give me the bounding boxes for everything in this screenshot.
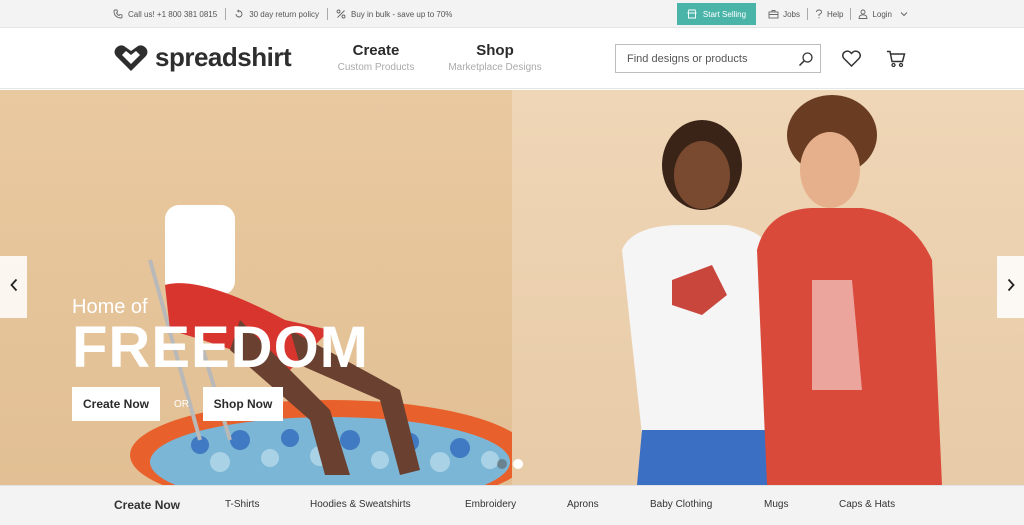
top-info-bar: Call us! +1 800 381 0815 30 day return p…: [0, 0, 1024, 28]
briefcase-icon: [768, 9, 779, 19]
main-header: spreadshirt Create Custom Products Shop …: [0, 28, 1024, 89]
hero-right-image: [512, 90, 1024, 485]
percent-icon: [336, 9, 346, 19]
call-text: Call us! +1 800 381 0815: [128, 9, 218, 19]
spreadshirt-logo[interactable]: spreadshirt: [113, 42, 292, 73]
login-link[interactable]: Login: [858, 9, 908, 19]
hero-left-image: [0, 90, 530, 485]
search-box: [615, 44, 821, 73]
category-embroidery[interactable]: Embroidery: [465, 499, 516, 510]
logo-heart-icon: [113, 43, 149, 73]
phone-icon: [113, 9, 123, 19]
slide-dot-1[interactable]: [497, 459, 507, 469]
start-selling-label: Start Selling: [702, 9, 747, 19]
divider: [850, 8, 852, 20]
start-selling-button[interactable]: Start Selling: [676, 3, 757, 25]
category-bar: Create Now T-Shirts Hoodies & Sweatshirt…: [0, 485, 1024, 525]
cart-icon[interactable]: [886, 50, 906, 73]
prev-slide-button[interactable]: [0, 256, 27, 318]
category-aprons[interactable]: Aprons: [567, 499, 599, 510]
nav-create-title: Create: [352, 42, 400, 59]
returns-text: 30 day return policy: [249, 9, 320, 19]
help-link[interactable]: Help: [815, 9, 843, 19]
login-label: Login: [872, 9, 892, 19]
shop-now-button[interactable]: Shop Now: [203, 387, 283, 421]
store-icon: [687, 9, 697, 19]
nav-shop-subtitle: Marketplace Designs: [448, 62, 542, 73]
account-links: Start Selling Jobs Help Login: [676, 0, 908, 28]
chevron-down-icon: [900, 11, 908, 17]
category-hoodies[interactable]: Hoodies & Sweatshirts: [310, 499, 411, 510]
slide-indicators: [497, 459, 523, 469]
return-arrow-icon: [234, 9, 244, 19]
chevron-left-icon: [9, 278, 19, 297]
search-input[interactable]: [616, 45, 786, 72]
nav-create-subtitle: Custom Products: [337, 62, 415, 73]
user-icon: [858, 9, 868, 19]
logo-text: spreadshirt: [155, 42, 292, 72]
heart-icon[interactable]: [842, 50, 861, 72]
bulk-text: Buy in bulk - save up to 70%: [351, 9, 453, 19]
hero-banner: Home of FREEDOM Create Now OR Shop Now: [0, 90, 1024, 485]
question-icon: [815, 9, 823, 19]
next-slide-button[interactable]: [997, 256, 1024, 318]
create-now-button[interactable]: Create Now: [72, 387, 160, 421]
category-mugs[interactable]: Mugs: [764, 499, 788, 510]
jobs-link[interactable]: Jobs: [768, 9, 800, 19]
category-create-now[interactable]: Create Now: [114, 498, 180, 512]
search-icon[interactable]: [798, 51, 814, 72]
hero-title: FREEDOM: [72, 315, 369, 380]
bulk-link[interactable]: Buy in bulk - save up to 70%: [336, 9, 452, 19]
jobs-label: Jobs: [783, 9, 800, 19]
hero-cta-row: Create Now OR Shop Now: [72, 387, 283, 421]
info-links: Call us! +1 800 381 0815 30 day return p…: [113, 0, 452, 28]
or-text: OR: [174, 398, 189, 410]
nav-shop[interactable]: Shop Marketplace Designs: [445, 42, 545, 73]
category-t-shirts[interactable]: T-Shirts: [225, 499, 259, 510]
category-baby-clothing[interactable]: Baby Clothing: [650, 499, 712, 510]
help-label: Help: [826, 9, 844, 19]
nav-create[interactable]: Create Custom Products: [335, 42, 417, 73]
nav-shop-title: Shop: [476, 42, 514, 59]
chevron-right-icon: [1006, 278, 1016, 297]
divider: [806, 8, 808, 20]
slide-dot-2[interactable]: [513, 459, 523, 469]
category-caps-hats[interactable]: Caps & Hats: [839, 499, 895, 510]
returns-link[interactable]: 30 day return policy: [234, 9, 319, 19]
hero-copy: Home of FREEDOM: [72, 296, 369, 377]
divider: [225, 8, 227, 20]
divider: [327, 8, 329, 20]
call-link[interactable]: Call us! +1 800 381 0815: [113, 9, 217, 19]
